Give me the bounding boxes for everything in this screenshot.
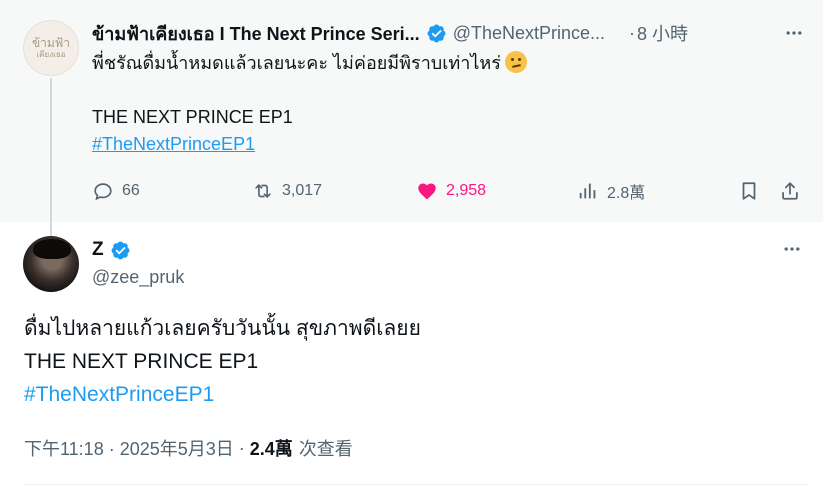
divider <box>24 484 808 485</box>
main-post-hashtag-link[interactable]: #TheNextPrinceEP1 <box>24 378 804 411</box>
verified-badge-icon <box>427 24 446 42</box>
share-icon <box>782 182 798 200</box>
views-button[interactable]: 2.8萬 <box>577 177 645 205</box>
more-dots-icon <box>786 31 802 35</box>
parent-post-text: พี่ชรัณดื่มน้ำหมดแล้วเลยนะคะ ไม่ค่อยมีพิ… <box>92 50 792 77</box>
post-view-count[interactable]: 2.4萬 <box>250 435 293 461</box>
post-meta: 下午11:18 · 2025年5月3日 · 2.4萬 次查看 <box>24 435 353 461</box>
parent-author-name[interactable]: ข้ามฟ้าเคียงเธอ I The Next Prince Seri..… <box>92 19 420 48</box>
parent-post-time[interactable]: 8 小時 <box>637 20 688 46</box>
main-author-name-row: Z <box>92 238 131 262</box>
parent-post-hashtag-link[interactable]: #TheNextPrinceEP1 <box>92 134 255 155</box>
views-icon <box>579 183 596 199</box>
thinking-face-icon <box>504 51 527 73</box>
parent-author-handle[interactable]: @TheNextPrince... <box>453 23 605 44</box>
header-separator: · <box>629 22 636 43</box>
main-post-text: ดื่มไปหลายแก้วเลยครับวันนั้น สุขภาพดีเลย… <box>24 312 804 411</box>
reply-button[interactable]: 66 <box>92 177 140 205</box>
heart-icon <box>418 183 436 200</box>
like-count: 2,958 <box>446 182 487 199</box>
meta-separator: · <box>238 437 245 458</box>
reply-icon <box>94 183 112 201</box>
main-author-name[interactable]: Z <box>92 239 104 261</box>
share-button[interactable] <box>776 177 804 205</box>
main-more-options-button[interactable] <box>779 236 805 262</box>
parent-post-text-line: พี่ชรัณดื่มน้ำหมดแล้วเลยนะคะ ไม่ค่อยมีพิ… <box>92 53 501 73</box>
avatar-logo-text: ข้ามฟ้า <box>31 36 71 50</box>
parent-author-avatar[interactable]: ข้ามฟ้า เคียงเธอ <box>23 20 79 76</box>
parent-post-header: ข้ามฟ้าเคียงเธอ I The Next Prince Seri..… <box>92 20 807 46</box>
views-count: 2.8萬 <box>607 185 646 202</box>
bookmark-icon <box>742 182 756 200</box>
bookmark-button[interactable] <box>735 177 763 205</box>
main-author-avatar[interactable] <box>23 236 79 292</box>
avatar-logo-subtext: เคียงเธอ <box>36 50 66 59</box>
thread-connector <box>50 78 52 238</box>
repost-count: 3,017 <box>282 182 323 199</box>
post-timestamp[interactable]: 下午11:18 · 2025年5月3日 <box>24 435 234 461</box>
post-view-label: 次查看 <box>298 439 353 459</box>
reply-count: 66 <box>122 182 140 199</box>
main-post-title-line: THE NEXT PRINCE EP1 <box>24 350 259 373</box>
main-author-handle[interactable]: @zee_pruk <box>92 267 184 288</box>
more-dots-icon <box>784 247 800 251</box>
parent-post-title-line: THE NEXT PRINCE EP1 <box>92 107 293 127</box>
repost-icon <box>255 184 271 198</box>
like-button[interactable]: 2,958 <box>416 177 486 205</box>
repost-button[interactable]: 3,017 <box>252 177 322 205</box>
parent-post-action-bar: 66 3,017 2,958 2.8萬 <box>92 177 807 205</box>
main-post-text-line: ดื่มไปหลายแก้วเลยครับวันนั้น สุขภาพดีเลย… <box>24 317 421 340</box>
verified-badge-icon <box>111 241 130 259</box>
more-options-button[interactable] <box>781 20 807 46</box>
